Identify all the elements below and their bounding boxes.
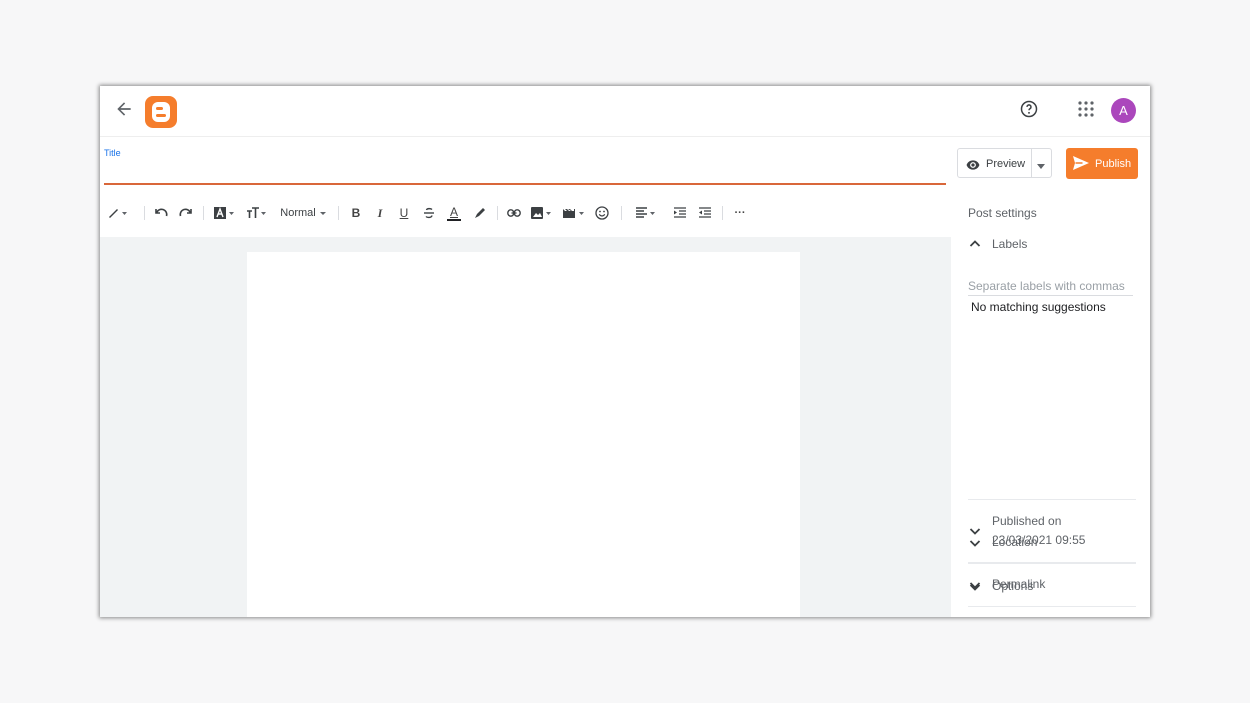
underline-button[interactable]: U xyxy=(397,199,411,227)
preview-label: Preview xyxy=(986,158,1026,170)
help-circle-icon[interactable] xyxy=(1019,99,1039,119)
no-suggestions-text: No matching suggestions xyxy=(971,300,1106,314)
top-bar: A xyxy=(100,86,1150,137)
toolbar-divider xyxy=(621,206,622,220)
paragraph-style-dropdown[interactable]: Normal xyxy=(278,199,330,227)
paragraph-style-label: Normal xyxy=(280,207,316,219)
text-color-swatch xyxy=(447,218,461,221)
labels-input[interactable] xyxy=(968,277,1133,296)
emoji-icon[interactable] xyxy=(594,199,610,227)
bold-button[interactable]: B xyxy=(349,199,363,227)
text-color-icon[interactable]: A xyxy=(446,199,462,227)
eye-icon xyxy=(966,158,980,176)
toolbar-divider xyxy=(203,206,204,220)
publish-button[interactable]: Publish xyxy=(1066,148,1138,179)
undo-icon[interactable] xyxy=(153,199,169,227)
strikethrough-icon[interactable] xyxy=(422,199,436,227)
toolbar-divider xyxy=(338,206,339,220)
toolbar-divider xyxy=(497,206,498,220)
title-underline xyxy=(104,183,946,185)
preview-divider xyxy=(1031,149,1032,177)
send-icon xyxy=(1073,156,1089,175)
post-settings-title: Post settings xyxy=(968,206,1037,220)
highlight-icon[interactable] xyxy=(472,199,488,227)
location-section[interactable]: Location xyxy=(968,535,1136,551)
editor-page[interactable] xyxy=(247,252,800,617)
chevron-up-icon xyxy=(969,240,981,247)
text-color-letter: A xyxy=(449,204,458,219)
text-color-bg-icon[interactable] xyxy=(213,199,237,227)
title-input[interactable] xyxy=(104,162,944,182)
link-icon[interactable] xyxy=(506,199,522,227)
avatar[interactable]: A xyxy=(1111,98,1136,123)
editor-area xyxy=(100,237,951,617)
caret-down-icon[interactable] xyxy=(1036,158,1046,176)
pencil-icon[interactable] xyxy=(106,199,130,227)
redo-icon[interactable] xyxy=(178,199,194,227)
arrow-left-icon[interactable] xyxy=(114,99,134,119)
location-label: Location xyxy=(992,535,1038,549)
more-options-button[interactable]: ··· xyxy=(732,199,748,227)
title-label: Title xyxy=(104,148,121,158)
apps-grid-icon[interactable] xyxy=(1077,100,1095,118)
published-on-label: Published on xyxy=(992,514,1062,528)
options-label: Options xyxy=(992,579,1034,593)
section-divider xyxy=(968,606,1136,607)
outdent-icon[interactable] xyxy=(697,199,713,227)
image-icon[interactable] xyxy=(531,199,553,227)
options-section[interactable]: Options xyxy=(968,579,1136,595)
chevron-down-icon xyxy=(969,584,981,591)
section-divider xyxy=(968,499,1136,500)
preview-button[interactable]: Preview xyxy=(957,148,1052,178)
publish-label: Publish xyxy=(1095,158,1132,170)
blogger-logo[interactable] xyxy=(145,96,177,128)
align-icon[interactable] xyxy=(634,199,658,227)
post-settings-panel: Post settings Labels No matching suggest… xyxy=(951,186,1150,617)
font-size-icon[interactable] xyxy=(245,199,269,227)
italic-button[interactable]: I xyxy=(373,199,387,227)
section-divider xyxy=(968,563,1136,564)
video-icon[interactable] xyxy=(562,199,586,227)
chevron-down-icon xyxy=(969,540,981,547)
indent-icon[interactable] xyxy=(672,199,688,227)
formatting-toolbar: Normal B I U A ··· xyxy=(100,199,950,227)
toolbar-divider xyxy=(144,206,145,220)
labels-label: Labels xyxy=(992,237,1028,251)
toolbar-divider xyxy=(722,206,723,220)
